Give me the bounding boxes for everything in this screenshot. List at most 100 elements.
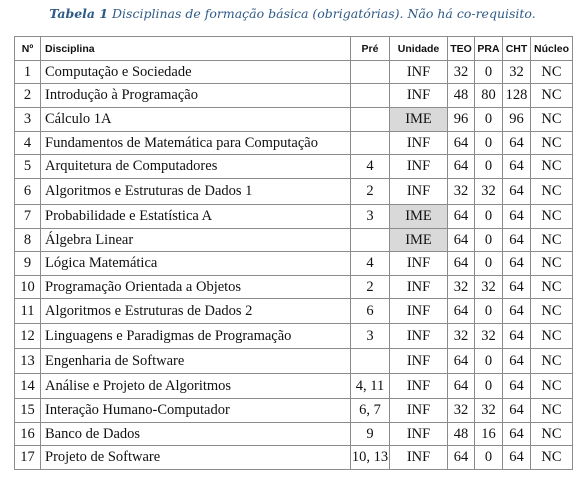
cell-cht: 64 xyxy=(502,348,531,374)
cell-nucleo: NC xyxy=(530,445,573,470)
cell-disciplina: Probabilidade e Estatística A xyxy=(40,204,351,229)
cell-disciplina: Projeto de Software xyxy=(40,445,351,470)
cell-pra: 0 xyxy=(474,204,503,229)
cell-nucleo: NC xyxy=(530,348,573,374)
cell-disciplina: Cálculo 1A xyxy=(40,107,351,132)
cell-number: 11 xyxy=(14,298,41,324)
cell-pre xyxy=(350,131,390,155)
cell-pre: 2 xyxy=(350,178,390,205)
cell-pra: 0 xyxy=(474,107,503,132)
cell-disciplina: Programação Orientada a Objetos xyxy=(40,275,351,299)
table-row: 9 Lógica Matemática 4 INF 64 0 64 NC xyxy=(14,251,573,276)
cell-cht: 64 xyxy=(502,445,531,470)
cell-cht: 64 xyxy=(502,131,531,155)
cell-pre: 4 xyxy=(350,251,390,276)
cell-number: 5 xyxy=(14,154,41,179)
cell-teo: 64 xyxy=(447,348,475,374)
cell-nucleo: NC xyxy=(530,298,573,324)
cell-cht: 96 xyxy=(502,107,531,132)
cell-unidade: INF xyxy=(389,154,448,179)
cell-number: 14 xyxy=(14,373,41,399)
header-teo: TEO xyxy=(447,36,475,61)
cell-number: 17 xyxy=(14,445,41,470)
cell-disciplina: Engenharia de Software xyxy=(40,348,351,374)
table-row: 5 Arquitetura de Computadores 4 INF 64 0 64 NC xyxy=(14,154,573,179)
cell-pre: 2 xyxy=(350,275,390,299)
cell-pre xyxy=(350,228,390,252)
cell-pre xyxy=(350,348,390,374)
header-unidade: Unidade xyxy=(389,36,448,61)
table-row: 10 Programação Orientada a Objetos 2 INF 32 3… xyxy=(14,275,573,299)
cell-disciplina: Lógica Matemática xyxy=(40,251,351,276)
cell-teo: 64 xyxy=(447,131,475,155)
cell-number: 6 xyxy=(14,178,41,205)
cell-pre: 4, 11 xyxy=(350,373,390,399)
cell-pre xyxy=(350,60,390,84)
table-row: 15 Interação Humano-Computador 6, 7 INF 32 32… xyxy=(14,398,573,423)
table-row: 16 Banco de Dados 9 INF 48 16 64 NC xyxy=(14,422,573,446)
cell-pra: 32 xyxy=(474,323,503,349)
cell-disciplina: Álgebra Linear xyxy=(40,228,351,252)
cell-pra: 0 xyxy=(474,373,503,399)
cell-disciplina: Introdução à Programação xyxy=(40,83,351,108)
cell-teo: 48 xyxy=(447,422,475,446)
cell-teo: 32 xyxy=(447,275,475,299)
cell-unidade: INF xyxy=(389,445,448,470)
cell-nucleo: NC xyxy=(530,131,573,155)
cell-nucleo: NC xyxy=(530,154,573,179)
cell-unidade: INF xyxy=(389,251,448,276)
cell-cht: 64 xyxy=(502,373,531,399)
disciplines-table: Nº Disciplina Pré Unidade TEO PRA CHT Nú… xyxy=(14,36,573,470)
cell-number: 2 xyxy=(14,83,41,108)
cell-cht: 64 xyxy=(502,204,531,229)
cell-unidade: INF xyxy=(389,275,448,299)
cell-pre: 10, 13 xyxy=(350,445,390,470)
table-row: 14 Análise e Projeto de Algoritmos 4, 11 IN… xyxy=(14,373,573,399)
caption-label: Tabela 1 xyxy=(49,6,109,21)
header-cht: CHT xyxy=(502,36,531,61)
cell-pra: 0 xyxy=(474,60,503,84)
cell-pre xyxy=(350,107,390,132)
cell-unidade: IME xyxy=(389,204,448,229)
cell-unidade: INF xyxy=(389,373,448,399)
cell-nucleo: NC xyxy=(530,422,573,446)
cell-pra: 0 xyxy=(474,348,503,374)
cell-pra: 0 xyxy=(474,131,503,155)
cell-number: 7 xyxy=(14,204,41,229)
cell-pra: 32 xyxy=(474,275,503,299)
cell-cht: 64 xyxy=(502,178,531,205)
cell-teo: 32 xyxy=(447,398,475,423)
table-row: 17 Projeto de Software 10, 13 INF 64 0 64 NC xyxy=(14,445,573,470)
header-row: Nº Disciplina Pré Unidade TEO PRA CHT Nú… xyxy=(14,36,573,61)
cell-unidade: INF xyxy=(389,178,448,205)
cell-pra: 0 xyxy=(474,298,503,324)
cell-disciplina: Banco de Dados xyxy=(40,422,351,446)
cell-pre: 9 xyxy=(350,422,390,446)
cell-teo: 32 xyxy=(447,60,475,84)
cell-pre: 3 xyxy=(350,204,390,229)
cell-pra: 0 xyxy=(474,228,503,252)
table-row: 4 Fundamentos de Matemática para Computaç… xyxy=(14,131,573,155)
cell-pre xyxy=(350,83,390,108)
cell-teo: 64 xyxy=(447,204,475,229)
cell-pre: 6, 7 xyxy=(350,398,390,423)
cell-number: 3 xyxy=(14,107,41,132)
caption-text: Disciplinas de formação básica (obrigató… xyxy=(108,6,536,21)
cell-number: 12 xyxy=(14,323,41,349)
table-body: 1 Computação e Sociedade INF 32 0 32 NC 2 Introd… xyxy=(14,60,573,470)
cell-nucleo: NC xyxy=(530,178,573,205)
cell-number: 13 xyxy=(14,348,41,374)
cell-nucleo: NC xyxy=(530,398,573,423)
cell-number: 1 xyxy=(14,60,41,84)
cell-teo: 64 xyxy=(447,228,475,252)
cell-cht: 64 xyxy=(502,422,531,446)
cell-unidade: INF xyxy=(389,422,448,446)
cell-nucleo: NC xyxy=(530,107,573,132)
table-row: 7 Probabilidade e Estatística A 3 IME 64 0 64 N… xyxy=(14,204,573,229)
cell-number: 15 xyxy=(14,398,41,423)
cell-cht: 64 xyxy=(502,275,531,299)
cell-unidade: INF xyxy=(389,83,448,108)
cell-cht: 64 xyxy=(502,323,531,349)
cell-pra: 0 xyxy=(474,154,503,179)
cell-teo: 64 xyxy=(447,445,475,470)
